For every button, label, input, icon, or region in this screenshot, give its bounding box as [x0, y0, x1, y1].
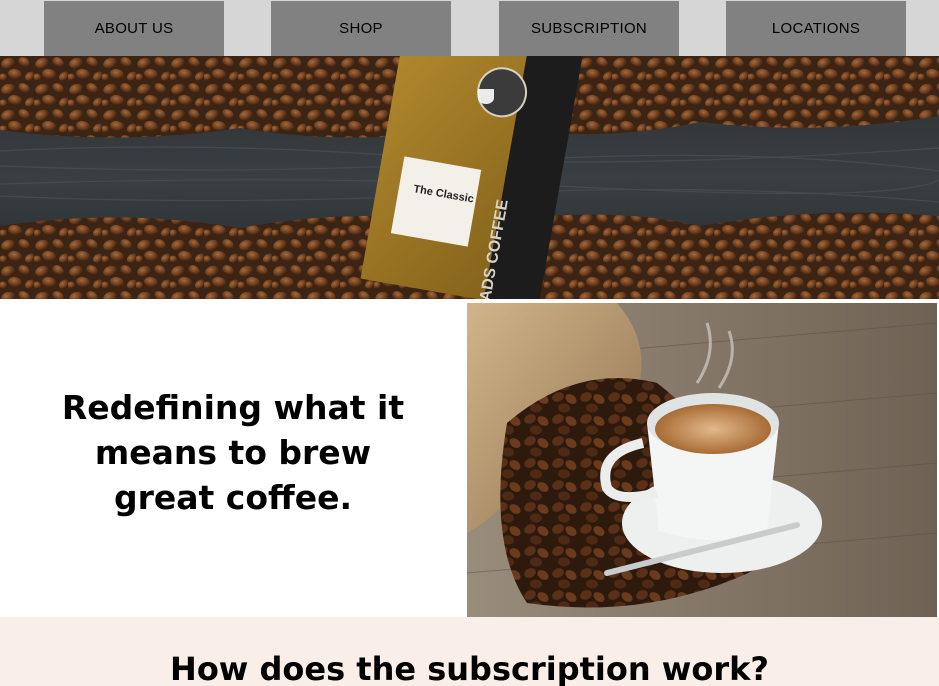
subscription-title: How does the subscription work?: [170, 650, 769, 686]
nav-locations[interactable]: LOCATIONS: [726, 1, 906, 56]
headline-line-2: means to brew: [94, 433, 372, 472]
nav-about-us[interactable]: ABOUT US: [44, 1, 224, 56]
subscription-section: How does the subscription work?: [0, 617, 939, 686]
nav-shop[interactable]: SHOP: [271, 1, 451, 56]
intro-text-panel: Redefining what it means to brew great c…: [0, 299, 467, 617]
hero-image: The Classic ADS COFFEE: [0, 56, 939, 299]
coffee-cup-photo: [467, 303, 937, 617]
coffee-cup-logo-icon: [478, 89, 494, 104]
hero-banner: The Classic ADS COFFEE: [0, 56, 939, 299]
intro-headline: Redefining what it means to brew great c…: [40, 385, 426, 520]
top-navigation: ABOUT US SHOP SUBSCRIPTION LOCATIONS: [0, 0, 939, 56]
nav-subscription[interactable]: SUBSCRIPTION: [499, 1, 679, 56]
headline-line-1: Redefining what it: [61, 388, 405, 427]
headline-line-3: great coffee.: [113, 478, 353, 517]
